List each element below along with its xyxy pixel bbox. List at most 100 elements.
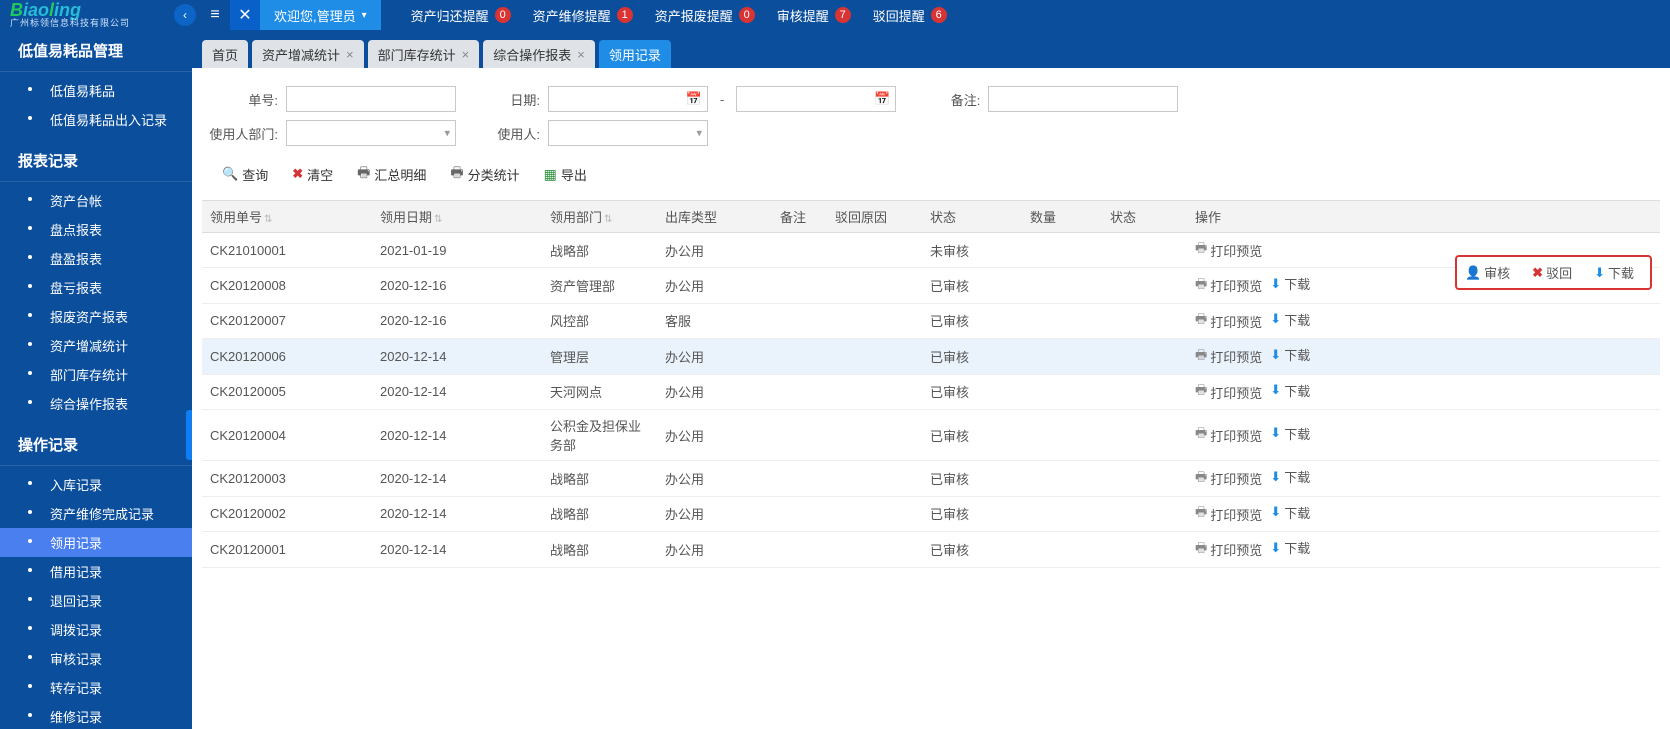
table-row[interactable]: CK201200052020-12-14天河网点办公用已审核🖶打印预览⬇下载 bbox=[202, 374, 1660, 410]
export-button[interactable]: ▦导出 bbox=[544, 165, 587, 184]
tab[interactable]: 部门库存统计× bbox=[368, 40, 480, 68]
print-preview-button[interactable]: 🖶打印预览 bbox=[1195, 539, 1262, 561]
tab[interactable]: 综合操作报表 × bbox=[483, 40, 595, 68]
sidebar-item[interactable]: 综合操作报表 bbox=[0, 389, 192, 418]
sidebar-item[interactable]: 报废资产报表 bbox=[0, 302, 192, 331]
download-button[interactable]: ⬇下载 bbox=[1270, 538, 1310, 557]
cell-remark bbox=[772, 496, 827, 532]
download-button[interactable]: ⬇下载 bbox=[1270, 310, 1310, 329]
sidebar-item[interactable]: 调拨记录 bbox=[0, 615, 192, 644]
clear-button[interactable]: ✖清空 bbox=[292, 165, 333, 184]
tab-label: 综合操作报表 bbox=[493, 45, 571, 64]
tab[interactable]: 领用记录 bbox=[599, 40, 671, 68]
audit-button[interactable]: 👤审核 bbox=[1465, 263, 1510, 282]
sidebar-item[interactable]: 部门库存统计 bbox=[0, 360, 192, 389]
col-header[interactable]: 出库类型 bbox=[657, 201, 772, 233]
topnav-item-1[interactable]: 资产维修提醒1 bbox=[533, 6, 633, 25]
cell-date: 2020-12-14 bbox=[372, 339, 542, 375]
welcome-dropdown[interactable]: 欢迎您,管理员 ▾ bbox=[260, 0, 381, 30]
sidebar-item[interactable]: 维修记录 bbox=[0, 702, 192, 729]
select-user[interactable] bbox=[548, 120, 708, 146]
chevron-left-icon: ‹ bbox=[183, 8, 187, 22]
sidebar-item[interactable]: 低值易耗品出入记录 bbox=[0, 105, 192, 134]
print-preview-button[interactable]: 🖶打印预览 bbox=[1195, 239, 1262, 261]
sidebar-item[interactable]: 入库记录 bbox=[0, 470, 192, 499]
print-preview-button[interactable]: 🖶打印预览 bbox=[1195, 424, 1262, 446]
sidebar: 低值易耗品管理低值易耗品低值易耗品出入记录报表记录资产台帐盘点报表盘盈报表盘亏报… bbox=[0, 30, 192, 729]
sidebar-item[interactable]: 盘亏报表 bbox=[0, 273, 192, 302]
download-button[interactable]: ⬇下载 bbox=[1270, 424, 1310, 443]
table-row[interactable]: CK201200012020-12-14战略部办公用已审核🖶打印预览⬇下载 bbox=[202, 532, 1660, 568]
print-preview-button[interactable]: 🖶打印预览 bbox=[1195, 310, 1262, 332]
close-button[interactable]: ✕ bbox=[230, 0, 260, 30]
collapse-sidebar-button[interactable]: ‹ bbox=[174, 4, 196, 26]
table-row[interactable]: CK201200032020-12-14战略部办公用已审核🖶打印预览⬇下载 bbox=[202, 461, 1660, 497]
sidebar-item[interactable]: 转存记录 bbox=[0, 673, 192, 702]
download-button[interactable]: ⬇下载 bbox=[1594, 263, 1634, 282]
reject-button[interactable]: ✖驳回 bbox=[1532, 263, 1572, 282]
col-header[interactable]: 领用日期⇅ bbox=[372, 201, 542, 233]
print-icon: 🖶 bbox=[1195, 468, 1207, 490]
table-row[interactable]: CK201200072020-12-16风控部客服已审核🖶打印预览⬇下载 bbox=[202, 303, 1660, 339]
download-button[interactable]: ⬇下载 bbox=[1270, 274, 1310, 293]
table-row[interactable]: CK210100012021-01-19战略部办公用未审核🖶打印预览👤审核✖驳回… bbox=[202, 233, 1660, 268]
col-header[interactable]: 状态 bbox=[1102, 201, 1187, 233]
col-header[interactable]: 备注 bbox=[772, 201, 827, 233]
col-header[interactable]: 操作 bbox=[1187, 201, 1660, 233]
sidebar-item[interactable]: 领用记录 bbox=[0, 528, 192, 557]
tab-close-icon[interactable]: × bbox=[577, 47, 585, 62]
sidebar-item[interactable]: 退回记录 bbox=[0, 586, 192, 615]
sidebar-item[interactable]: 借用记录 bbox=[0, 557, 192, 586]
print-preview-button[interactable]: 🖶打印预览 bbox=[1195, 503, 1262, 525]
topnav-item-3[interactable]: 审核提醒7 bbox=[777, 6, 851, 25]
sidebar-item[interactable]: 资产台帐 bbox=[0, 186, 192, 215]
col-header[interactable]: 领用部门⇅ bbox=[542, 201, 657, 233]
input-date-to[interactable] bbox=[736, 86, 896, 112]
table-row[interactable]: CK201200062020-12-14管理层办公用已审核🖶打印预览⬇下载 bbox=[202, 339, 1660, 375]
detail-button[interactable]: 🖶汇总明细 bbox=[357, 162, 426, 186]
print-preview-button[interactable]: 🖶打印预览 bbox=[1195, 381, 1262, 403]
logo: Biaoling 广州标领信息科技有限公司 bbox=[0, 0, 170, 30]
col-header[interactable]: 数量 bbox=[1022, 201, 1102, 233]
tab-close-icon[interactable]: × bbox=[346, 47, 354, 62]
sidebar-item[interactable]: 低值易耗品 bbox=[0, 76, 192, 105]
label-user-dept: 使用人部门: bbox=[202, 124, 278, 143]
tab[interactable]: 资产增减统计× bbox=[252, 40, 364, 68]
menu-button[interactable]: ≡ bbox=[200, 0, 230, 30]
topnav-item-0[interactable]: 资产归还提醒0 bbox=[411, 6, 511, 25]
download-button[interactable]: ⬇下载 bbox=[1270, 467, 1310, 486]
download-button[interactable]: ⬇下载 bbox=[1270, 381, 1310, 400]
topnav-item-2[interactable]: 资产报废提醒0 bbox=[655, 6, 755, 25]
sidebar-item[interactable]: 盘点报表 bbox=[0, 215, 192, 244]
print-preview-button[interactable]: 🖶打印预览 bbox=[1195, 346, 1262, 368]
logo-text: Biaoling bbox=[10, 2, 81, 18]
print-preview-button[interactable]: 🖶打印预览 bbox=[1195, 468, 1262, 490]
tab[interactable]: 首页 bbox=[202, 40, 248, 68]
tab-close-icon[interactable]: × bbox=[462, 47, 470, 62]
input-date-from[interactable] bbox=[548, 86, 708, 112]
download-button[interactable]: ⬇下载 bbox=[1270, 503, 1310, 522]
cell-status2 bbox=[1102, 233, 1187, 268]
input-remark[interactable] bbox=[988, 86, 1178, 112]
topnav-label: 资产维修提醒 bbox=[533, 6, 611, 25]
col-header[interactable]: 驳回原因 bbox=[827, 201, 922, 233]
sidebar-item[interactable]: 资产增减统计 bbox=[0, 331, 192, 360]
label-date: 日期: bbox=[464, 90, 540, 109]
sidebar-section-title: 报表记录 bbox=[0, 140, 192, 182]
input-order-no[interactable] bbox=[286, 86, 456, 112]
stat-button[interactable]: 🖶分类统计 bbox=[450, 162, 519, 186]
col-header[interactable]: 状态 bbox=[922, 201, 1022, 233]
query-button[interactable]: 🔍查询 bbox=[222, 165, 268, 184]
sidebar-item[interactable]: 盘盈报表 bbox=[0, 244, 192, 273]
print-preview-button[interactable]: 🖶打印预览 bbox=[1195, 275, 1262, 297]
sidebar-item[interactable]: 审核记录 bbox=[0, 644, 192, 673]
topnav-item-4[interactable]: 驳回提醒6 bbox=[873, 6, 947, 25]
select-user-dept[interactable] bbox=[286, 120, 456, 146]
table-row[interactable]: CK201200042020-12-14公积金及担保业务部办公用已审核🖶打印预览… bbox=[202, 410, 1660, 461]
col-header[interactable]: 领用单号⇅ bbox=[202, 201, 372, 233]
table-row[interactable]: CK201200082020-12-16资产管理部办公用已审核🖶打印预览⬇下载 bbox=[202, 268, 1660, 304]
download-button[interactable]: ⬇下载 bbox=[1270, 345, 1310, 364]
table-row[interactable]: CK201200022020-12-14战略部办公用已审核🖶打印预览⬇下载 bbox=[202, 496, 1660, 532]
sidebar-item[interactable]: 资产维修完成记录 bbox=[0, 499, 192, 528]
print-icon: 🖶 bbox=[1195, 424, 1207, 446]
